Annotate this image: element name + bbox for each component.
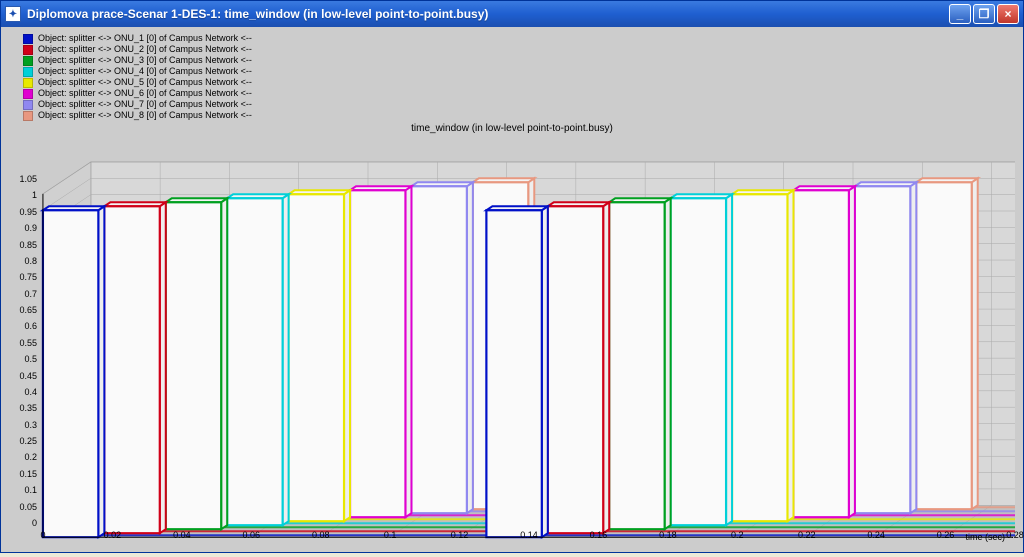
y-tick: 0.1 xyxy=(9,485,37,495)
content-area: Object: splitter <-> ONU_1 [0] of Campus… xyxy=(1,27,1023,552)
minimize-button[interactable]: _ xyxy=(949,4,971,24)
window-buttons: _ ❐ × xyxy=(949,4,1019,24)
y-tick: 0.25 xyxy=(9,436,37,446)
x-tick: 0.1 xyxy=(384,530,397,540)
y-tick: 0.3 xyxy=(9,420,37,430)
legend-swatch xyxy=(23,100,33,110)
app-icon: ✦ xyxy=(5,6,21,22)
chart-svg xyxy=(9,138,1015,557)
x-tick: 0.06 xyxy=(243,530,261,540)
legend-swatch xyxy=(23,78,33,88)
x-tick: 0.24 xyxy=(867,530,885,540)
y-tick: 0.8 xyxy=(9,256,37,266)
legend-label: Object: splitter <-> ONU_7 [0] of Campus… xyxy=(38,99,252,110)
y-tick: 0.5 xyxy=(9,354,37,364)
window-title: Diplomova prace-Scenar 1-DES-1: time_win… xyxy=(27,7,949,21)
y-tick: 0.2 xyxy=(9,452,37,462)
maximize-button[interactable]: ❐ xyxy=(973,4,995,24)
legend-item[interactable]: Object: splitter <-> ONU_6 [0] of Campus… xyxy=(23,88,1001,99)
y-tick: 1 xyxy=(9,190,37,200)
legend-item[interactable]: Object: splitter <-> ONU_8 [0] of Campus… xyxy=(23,110,1001,121)
legend-swatch xyxy=(23,111,33,121)
legend-item[interactable]: Object: splitter <-> ONU_3 [0] of Campus… xyxy=(23,55,1001,66)
x-axis-label: time (sec) xyxy=(965,532,1005,542)
x-tick: 0.14 xyxy=(520,530,538,540)
x-tick: 0.16 xyxy=(590,530,608,540)
y-tick: 0.75 xyxy=(9,272,37,282)
legend-item[interactable]: Object: splitter <-> ONU_4 [0] of Campus… xyxy=(23,66,1001,77)
y-tick: 0.55 xyxy=(9,338,37,348)
legend-swatch xyxy=(23,56,33,66)
x-tick: 0.26 xyxy=(937,530,955,540)
x-tick: 0.02 xyxy=(104,530,122,540)
legend-swatch xyxy=(23,89,33,99)
legend-label: Object: splitter <-> ONU_1 [0] of Campus… xyxy=(38,33,252,44)
y-tick: 0.7 xyxy=(9,289,37,299)
y-tick: 1.05 xyxy=(9,174,37,184)
legend-label: Object: splitter <-> ONU_8 [0] of Campus… xyxy=(38,110,252,121)
legend-label: Object: splitter <-> ONU_3 [0] of Campus… xyxy=(38,55,252,66)
legend-label: Object: splitter <-> ONU_5 [0] of Campus… xyxy=(38,77,252,88)
app-window: ✦ Diplomova prace-Scenar 1-DES-1: time_w… xyxy=(0,0,1024,553)
x-tick: 0.18 xyxy=(659,530,677,540)
x-tick: 0.12 xyxy=(451,530,469,540)
x-tick: 0.04 xyxy=(173,530,191,540)
legend-item[interactable]: Object: splitter <-> ONU_5 [0] of Campus… xyxy=(23,77,1001,88)
x-tick: 0 xyxy=(40,530,45,540)
y-tick: 0.4 xyxy=(9,387,37,397)
titlebar[interactable]: ✦ Diplomova prace-Scenar 1-DES-1: time_w… xyxy=(1,1,1023,27)
plot-area[interactable]: 0 0.05 0.1 0.15 0.2 0.25 0.3 0.35 0.4 0.45 0.5 0.55… xyxy=(9,138,1015,542)
legend-item[interactable]: Object: splitter <-> ONU_7 [0] of Campus… xyxy=(23,99,1001,110)
y-tick: 0.65 xyxy=(9,305,37,315)
legend-label: Object: splitter <-> ONU_6 [0] of Campus… xyxy=(38,88,252,99)
y-tick: 0.45 xyxy=(9,371,37,381)
close-button[interactable]: × xyxy=(997,4,1019,24)
y-tick: 0.95 xyxy=(9,207,37,217)
y-tick: 0.05 xyxy=(9,502,37,512)
y-tick: 0.85 xyxy=(9,240,37,250)
y-tick: 0.15 xyxy=(9,469,37,479)
legend-item[interactable]: Object: splitter <-> ONU_1 [0] of Campus… xyxy=(23,33,1001,44)
legend-swatch xyxy=(23,45,33,55)
y-tick: 0 xyxy=(9,518,37,528)
y-tick: 0.9 xyxy=(9,223,37,233)
legend: Object: splitter <-> ONU_1 [0] of Campus… xyxy=(3,29,1021,121)
chart-title: time_window (in low-level point-to-point… xyxy=(3,121,1021,134)
legend-label: Object: splitter <-> ONU_4 [0] of Campus… xyxy=(38,66,252,77)
x-tick: 0.08 xyxy=(312,530,330,540)
legend-swatch xyxy=(23,67,33,77)
y-tick: 0.35 xyxy=(9,403,37,413)
legend-item[interactable]: Object: splitter <-> ONU_2 [0] of Campus… xyxy=(23,44,1001,55)
legend-label: Object: splitter <-> ONU_2 [0] of Campus… xyxy=(38,44,252,55)
y-tick: 0.6 xyxy=(9,321,37,331)
x-tick: 0.2 xyxy=(731,530,744,540)
x-tick: 0.28 xyxy=(1006,530,1024,540)
legend-swatch xyxy=(23,34,33,44)
x-tick: 0.22 xyxy=(798,530,816,540)
